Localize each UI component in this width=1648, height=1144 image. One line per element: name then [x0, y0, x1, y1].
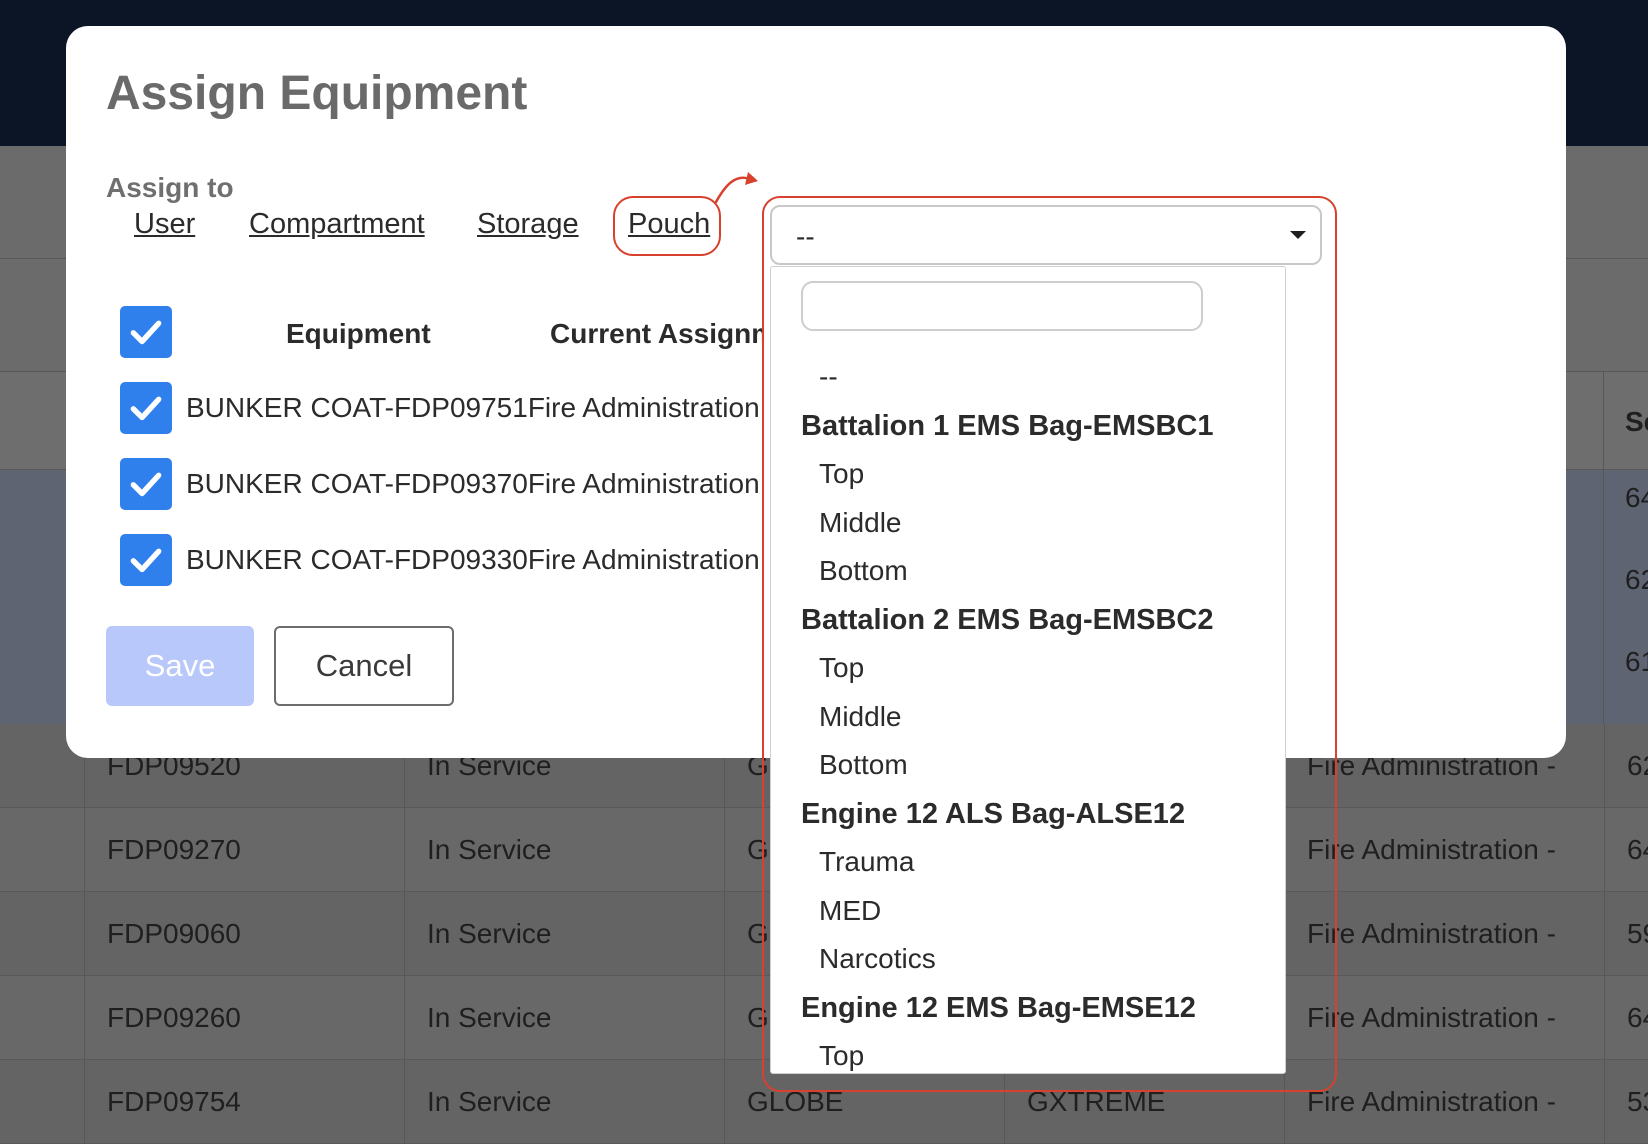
cell-status: In Service	[404, 808, 724, 892]
equipment-name: BUNKER COAT-FDP09370	[186, 468, 528, 499]
cell-status: In Service	[404, 892, 724, 976]
checkmark-icon	[130, 396, 162, 421]
equipment-name: BUNKER COAT-FDP09330	[186, 544, 528, 575]
cell-id: FDP09754	[84, 1060, 404, 1144]
cell-extra: 53	[1604, 1060, 1648, 1144]
row-checkbox[interactable]	[120, 458, 172, 510]
equipment-row: BUNKER COAT-FDP09330Fire Administration …	[186, 544, 764, 576]
cell-status: In Service	[404, 1060, 724, 1144]
row-checkbox[interactable]	[120, 534, 172, 586]
cell-extra: 64	[1604, 808, 1648, 892]
equipment-row: BUNKER COAT-FDP09751Fire Administration …	[186, 392, 764, 424]
checkmark-icon	[130, 472, 162, 497]
cancel-button[interactable]: Cancel	[274, 626, 454, 706]
row-checkbox[interactable]	[120, 382, 172, 434]
current-assignment: Fire Administration - PPE	[527, 544, 764, 575]
column-divider	[1603, 372, 1604, 724]
select-all-checkbox[interactable]	[120, 306, 172, 358]
checkmark-icon	[130, 548, 162, 573]
cell-id: FDP09060	[84, 892, 404, 976]
cell-partial: 62	[1625, 564, 1648, 595]
assign-user-link[interactable]: User	[134, 208, 195, 241]
cell-extra: 62	[1604, 724, 1648, 808]
cell-status: In Service	[404, 976, 724, 1060]
dropdown-highlight-annotation	[762, 196, 1337, 1092]
cell-id: FDP09270	[84, 808, 404, 892]
save-button[interactable]: Save	[106, 626, 254, 706]
current-assignment: Fire Administration - PPE	[527, 468, 764, 499]
equipment-row: BUNKER COAT-FDP09370Fire Administration …	[186, 468, 764, 500]
current-assignment-column-header: Current Assignment	[550, 318, 764, 349]
checkmark-icon	[130, 320, 162, 345]
assign-storage-link[interactable]: Storage	[477, 208, 579, 241]
cell-extra: 64	[1604, 976, 1648, 1060]
column-header-partial: Se	[1625, 406, 1648, 437]
current-assignment: Fire Administration - PPE	[527, 392, 764, 423]
annotation-arrow-icon	[714, 172, 758, 204]
cell-id: FDP09260	[84, 976, 404, 1060]
modal-title: Assign Equipment	[106, 67, 528, 120]
cell-partial: 64	[1625, 482, 1648, 513]
assign-compartment-link[interactable]: Compartment	[249, 208, 425, 241]
cell-extra: 59	[1604, 892, 1648, 976]
cell-partial: 61	[1625, 646, 1648, 677]
equipment-column-header: Equipment	[286, 318, 431, 349]
equipment-name: BUNKER COAT-FDP09751	[186, 392, 528, 423]
assign-to-label: Assign to	[106, 172, 234, 203]
